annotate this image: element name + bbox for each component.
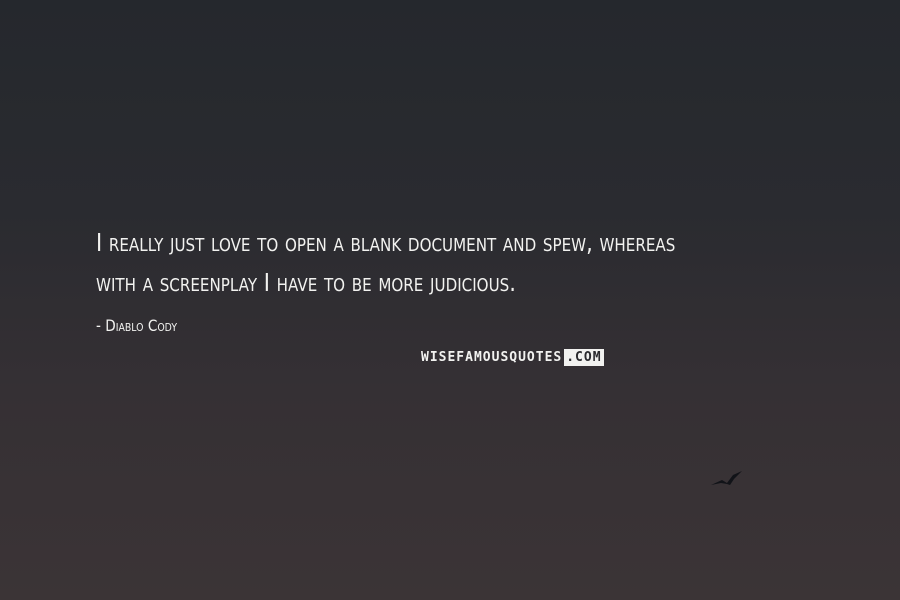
bird-silhouette-icon [711, 471, 742, 485]
quote-text: I really just love to open a blank docum… [96, 223, 734, 303]
quote-author: - Diablo Cody [96, 316, 178, 335]
watermark-brand-text: WISEFAMOUSQUOTES [421, 350, 563, 365]
watermark-logo: WISEFAMOUSQUOTES .COM [421, 349, 604, 366]
quote-line-2: with a screenplay I have to be more judi… [96, 268, 516, 297]
quote-image: I really just love to open a blank docum… [0, 0, 900, 600]
watermark-domain-text: .COM [564, 349, 604, 366]
quote-line-1: I really just love to open a blank docum… [96, 228, 676, 257]
